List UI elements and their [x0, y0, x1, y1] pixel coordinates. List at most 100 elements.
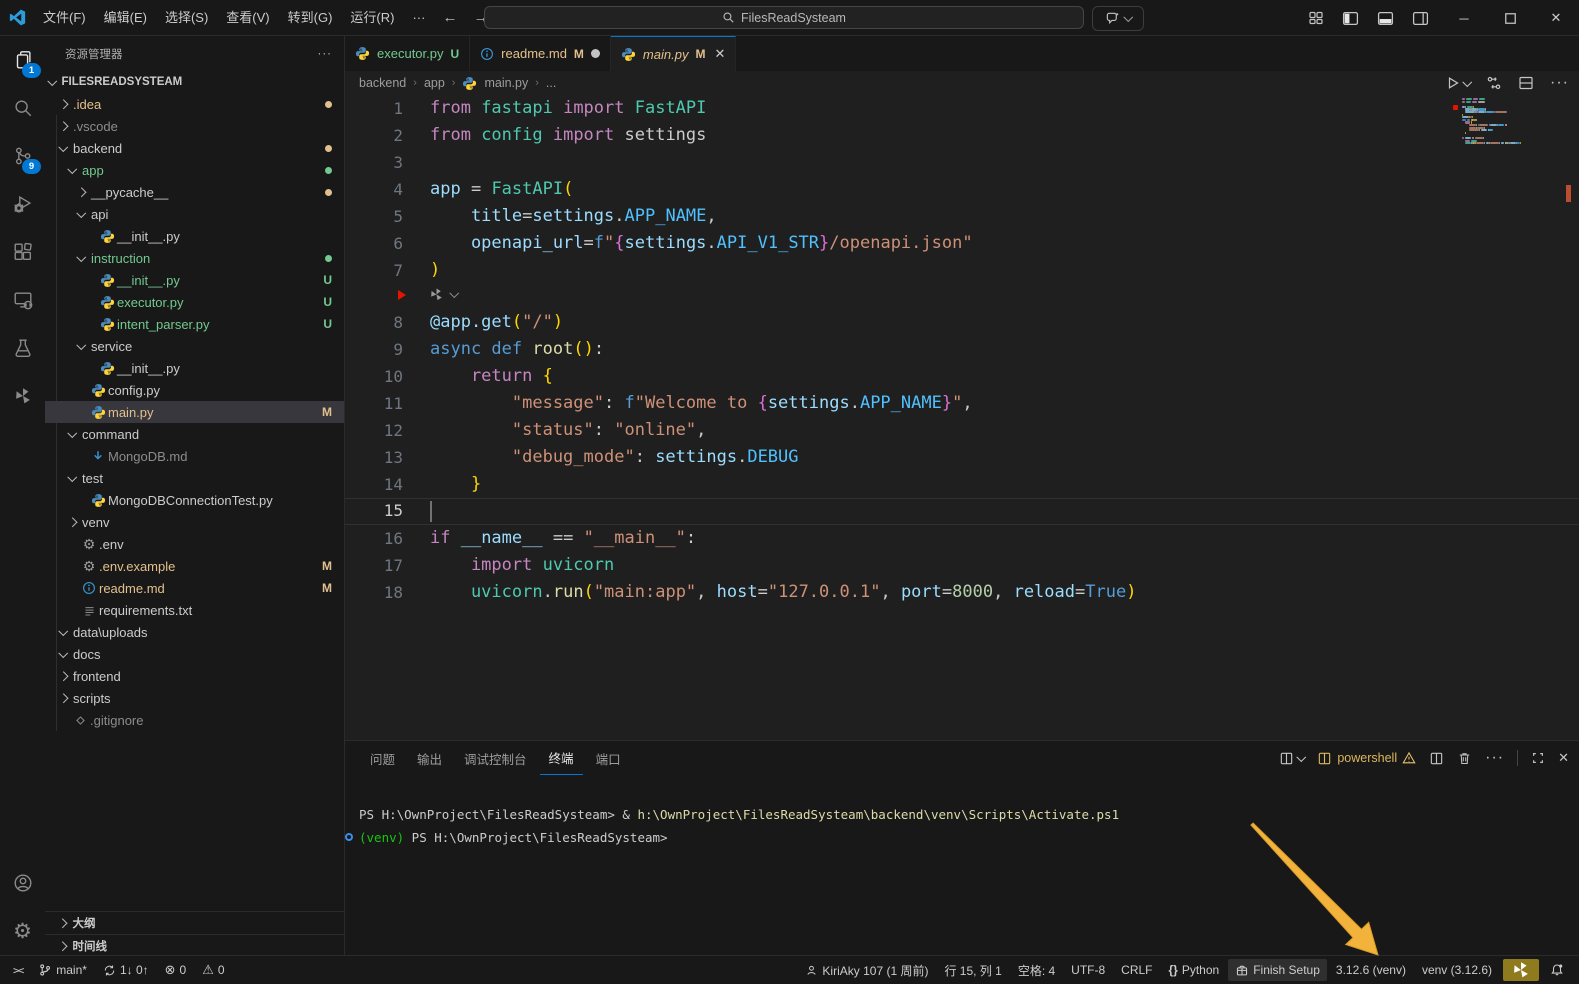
activity-item-run-debug[interactable] [0, 180, 45, 228]
code-line-16[interactable]: 16if __name__ == "__main__": [345, 525, 1579, 552]
maximize-panel-icon[interactable] [1531, 751, 1545, 765]
activity-item-explorer[interactable]: 1 [0, 36, 45, 84]
dirty-indicator[interactable] [591, 49, 600, 58]
kilo-codelens-button[interactable] [428, 286, 458, 303]
tree-item--pycache-[interactable]: __pycache__ [45, 181, 344, 203]
editor-scrollbar[interactable] [1565, 95, 1579, 740]
tree-item-main.py[interactable]: main.pyM [45, 401, 344, 423]
status-git-blame[interactable]: KiriAky 107 (1 周前) [798, 959, 935, 981]
editor-tab-executor.py[interactable]: executor.pyU [345, 36, 470, 71]
customize-layout-icon[interactable] [1308, 10, 1324, 26]
status-problems-errors[interactable]: ⊗0 [158, 959, 194, 981]
kill-terminal-icon[interactable] [1457, 751, 1472, 766]
status-problems-warnings[interactable]: ⚠0 [195, 959, 231, 981]
tree-item-frontend[interactable]: frontend [45, 665, 344, 687]
panel-tab-调试控制台[interactable]: 调试控制台 [455, 741, 536, 775]
panel-tab-问题[interactable]: 问题 [361, 741, 404, 775]
code-line-11[interactable]: 11 "message": f"Welcome to {settings.APP… [345, 390, 1579, 417]
tree-item-venv[interactable]: venv [45, 511, 344, 533]
code-line-10[interactable]: 10 return { [345, 363, 1579, 390]
activity-item-extensions[interactable] [0, 228, 45, 276]
tree-item--init-.py[interactable]: __init__.py [45, 225, 344, 247]
activity-item-remote-explorer[interactable] [0, 276, 45, 324]
close-panel-icon[interactable]: ✕ [1558, 750, 1569, 766]
code-editor[interactable]: 1from fastapi import FastAPI2from config… [345, 95, 1579, 740]
tree-item-docs[interactable]: docs [45, 643, 344, 665]
editor-tab-readme.md[interactable]: readme.mdM [470, 36, 611, 71]
tree-item-data-uploads[interactable]: data\uploads [45, 621, 344, 643]
split-terminal-icon[interactable] [1429, 751, 1444, 766]
code-line-2[interactable]: 2from config import settings [345, 122, 1579, 149]
panel-tab-输出[interactable]: 输出 [408, 741, 451, 775]
toggle-panel-icon[interactable] [1377, 10, 1394, 27]
status-python-env[interactable]: venv (3.12.6) [1415, 959, 1499, 981]
tree-item-readme.md[interactable]: readme.mdM [45, 577, 344, 599]
tree-item-mongodbconnectiontest.py[interactable]: MongoDBConnectionTest.py [45, 489, 344, 511]
activity-item-settings[interactable]: ⚙ [0, 907, 45, 955]
menu-0[interactable]: 文件(F) [34, 5, 95, 31]
close-window-button[interactable]: ✕ [1533, 0, 1579, 36]
menu-2[interactable]: 选择(S) [156, 5, 217, 31]
status-finish-setup[interactable]: Finish Setup [1228, 959, 1327, 981]
close-tab-icon[interactable]: ✕ [714, 46, 725, 62]
breadcrumb[interactable]: backend›app›main.py›... [345, 71, 1579, 95]
tree-item-.idea[interactable]: .idea [45, 93, 344, 115]
status-language-mode[interactable]: {}Python [1162, 959, 1227, 981]
menu-3[interactable]: 查看(V) [217, 5, 278, 31]
command-center-search[interactable]: FilesReadSysteam [484, 6, 1084, 29]
tree-item-command[interactable]: command [45, 423, 344, 445]
code-line-3[interactable]: 3 [345, 149, 1579, 176]
code-line-13[interactable]: 13 "debug_mode": settings.DEBUG [345, 444, 1579, 471]
terminal-launch-profile-button[interactable] [1279, 751, 1305, 766]
code-line-5[interactable]: 5 title=settings.APP_NAME, [345, 203, 1579, 230]
menu-4[interactable]: 转到(G) [279, 5, 342, 31]
toggle-secondary-sidebar-icon[interactable] [1412, 10, 1429, 27]
timeline-section[interactable]: 时间线 [45, 934, 344, 957]
menu-1[interactable]: 编辑(E) [95, 5, 156, 31]
tree-item-.vscode[interactable]: .vscode [45, 115, 344, 137]
tree-item-requirements.txt[interactable]: requirements.txt [45, 599, 344, 621]
status-python-interpreter[interactable]: 3.12.6 (venv) [1329, 959, 1413, 981]
code-line-7[interactable]: 7) [345, 257, 1579, 284]
tree-item-.env[interactable]: ⚙.env [45, 533, 344, 555]
tree-item-api[interactable]: api [45, 203, 344, 225]
code-line-17[interactable]: 17 import uvicorn [345, 552, 1579, 579]
explorer-root-section[interactable]: FILESREADSYSTEAM [45, 71, 344, 93]
code-line-12[interactable]: 12 "status": "online", [345, 417, 1579, 444]
code-line-6[interactable]: 6 openapi_url=f"{settings.API_V1_STR}/op… [345, 230, 1579, 257]
panel-more-actions-icon[interactable]: ··· [1485, 749, 1504, 767]
panel-tab-端口[interactable]: 端口 [587, 741, 630, 775]
tree-item--init-.py[interactable]: __init__.pyU [45, 269, 344, 291]
status-notifications[interactable] [1543, 959, 1571, 981]
activity-item-kilo-code[interactable] [0, 372, 45, 420]
activity-item-source-control[interactable]: 9 [0, 132, 45, 180]
status-kilo-code-status[interactable] [1503, 959, 1539, 981]
tree-item--init-.py[interactable]: __init__.py [45, 357, 344, 379]
breadcrumb-item[interactable]: main.py [484, 76, 528, 90]
tree-item-executor.py[interactable]: executor.pyU [45, 291, 344, 313]
status-encoding[interactable]: UTF-8 [1064, 959, 1112, 981]
tree-item-intent-parser.py[interactable]: intent_parser.pyU [45, 313, 344, 335]
code-line-1[interactable]: 1from fastapi import FastAPI [345, 95, 1579, 122]
activity-item-accounts[interactable] [0, 859, 45, 907]
status-indentation[interactable]: 空格: 4 [1011, 959, 1062, 981]
nav-back-icon[interactable]: ← [434, 9, 465, 26]
code-line-4[interactable]: 4app = FastAPI( [345, 176, 1579, 203]
code-line-9[interactable]: 9async def root(): [345, 336, 1579, 363]
panel-tab-终端[interactable]: 终端 [540, 741, 583, 775]
status-cursor-position[interactable]: 行 15, 列 1 [937, 959, 1008, 981]
tree-item-app[interactable]: app [45, 159, 344, 181]
tree-item-backend[interactable]: backend [45, 137, 344, 159]
menu-5[interactable]: 运行(R) [341, 5, 403, 31]
terminal-content[interactable]: PS H:\OwnProject\FilesReadSysteam> & h:\… [349, 803, 1119, 849]
maximize-button[interactable] [1487, 0, 1533, 36]
outline-section[interactable]: 大纲 [45, 911, 344, 934]
status-remote[interactable]: >< [6, 959, 29, 981]
explorer-more-actions-icon[interactable]: ··· [318, 48, 333, 60]
tree-item-.gitignore[interactable]: .gitignore [45, 709, 344, 731]
status-eol[interactable]: CRLF [1114, 959, 1159, 981]
tree-item-config.py[interactable]: config.py [45, 379, 344, 401]
tree-item-scripts[interactable]: scripts [45, 687, 344, 709]
tree-item-instruction[interactable]: instruction [45, 247, 344, 269]
command-decoration-icon[interactable] [345, 833, 353, 841]
